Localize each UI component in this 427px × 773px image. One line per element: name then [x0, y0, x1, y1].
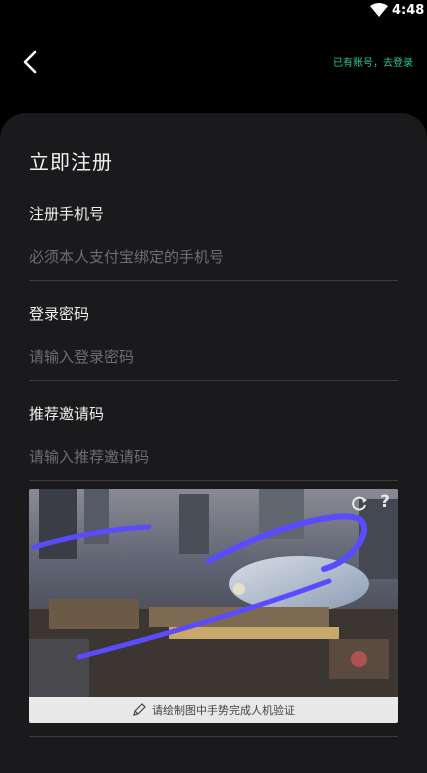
captcha-hint-bar: 请绘制图中手势完成人机验证 — [29, 697, 398, 723]
register-card: 立即注册 注册手机号 登录密码 推荐邀请码 — [0, 113, 427, 773]
status-time: 4:48 — [392, 3, 425, 18]
divider — [29, 736, 398, 737]
gesture-captcha[interactable]: ? 请绘制图中手势完成人机验证 — [29, 489, 398, 723]
invite-label: 推荐邀请码 — [29, 405, 105, 423]
help-icon[interactable]: ? — [380, 492, 390, 512]
password-field: 登录密码 — [29, 303, 398, 381]
password-label: 登录密码 — [29, 305, 90, 323]
captcha-hint: 请绘制图中手势完成人机验证 — [152, 704, 295, 717]
phone-input[interactable] — [29, 244, 398, 270]
page-title: 立即注册 — [29, 150, 113, 174]
phone-field: 注册手机号 — [29, 203, 398, 281]
password-input[interactable] — [29, 344, 398, 370]
phone-label: 注册手机号 — [29, 205, 105, 223]
captcha-image — [29, 489, 398, 723]
divider — [29, 380, 398, 381]
login-link[interactable]: 已有账号，去登录 — [333, 54, 413, 69]
divider — [29, 480, 398, 481]
divider — [29, 280, 398, 281]
refresh-icon[interactable] — [350, 495, 368, 513]
status-bar: 4:48 — [0, 0, 427, 24]
pencil-icon — [133, 703, 146, 716]
invite-field: 推荐邀请码 — [29, 403, 398, 481]
chevron-left-icon[interactable] — [16, 46, 48, 78]
wifi-icon — [370, 3, 388, 17]
invite-input[interactable] — [29, 444, 398, 470]
top-bar: 已有账号，去登录 — [0, 40, 427, 84]
